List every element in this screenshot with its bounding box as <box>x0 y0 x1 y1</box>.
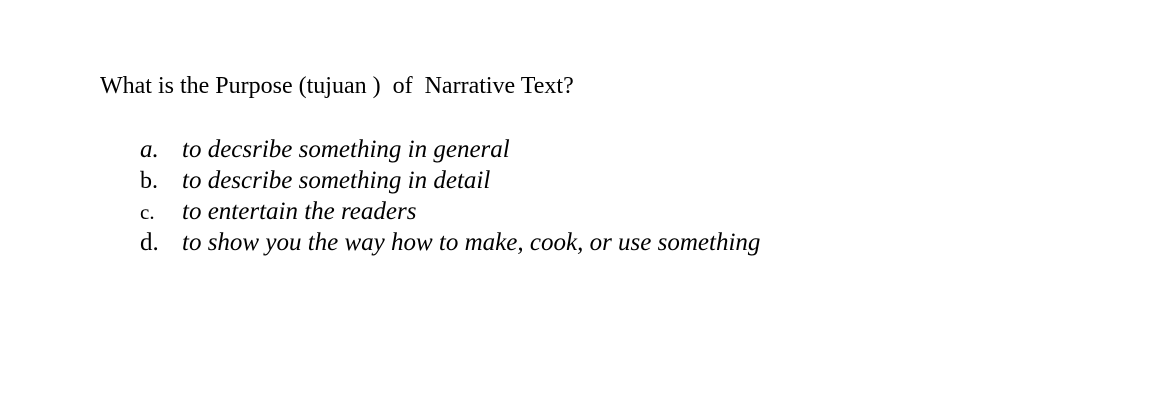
option-d-text: to show you the way how to make, cook, o… <box>182 229 761 256</box>
option-a: a. to decsribe something in general <box>140 134 760 165</box>
option-a-letter: a. <box>140 136 159 163</box>
option-b: b. to describe something in detail <box>140 165 760 196</box>
option-c: c. to entertain the readers <box>140 196 760 227</box>
option-b-text: to describe something in detail <box>182 167 491 194</box>
option-d-letter: d. <box>140 229 159 256</box>
option-c-text: to entertain the readers <box>182 198 417 225</box>
option-c-letter: c. <box>140 200 155 224</box>
question-text: What is the Purpose (tujuan ) of Narrati… <box>100 73 574 99</box>
answer-options-list: a. to decsribe something in general b. t… <box>140 134 760 258</box>
option-b-letter: b. <box>140 168 158 194</box>
option-d: d. to show you the way how to make, cook… <box>140 227 760 258</box>
option-a-text: to decsribe something in general <box>182 136 510 163</box>
